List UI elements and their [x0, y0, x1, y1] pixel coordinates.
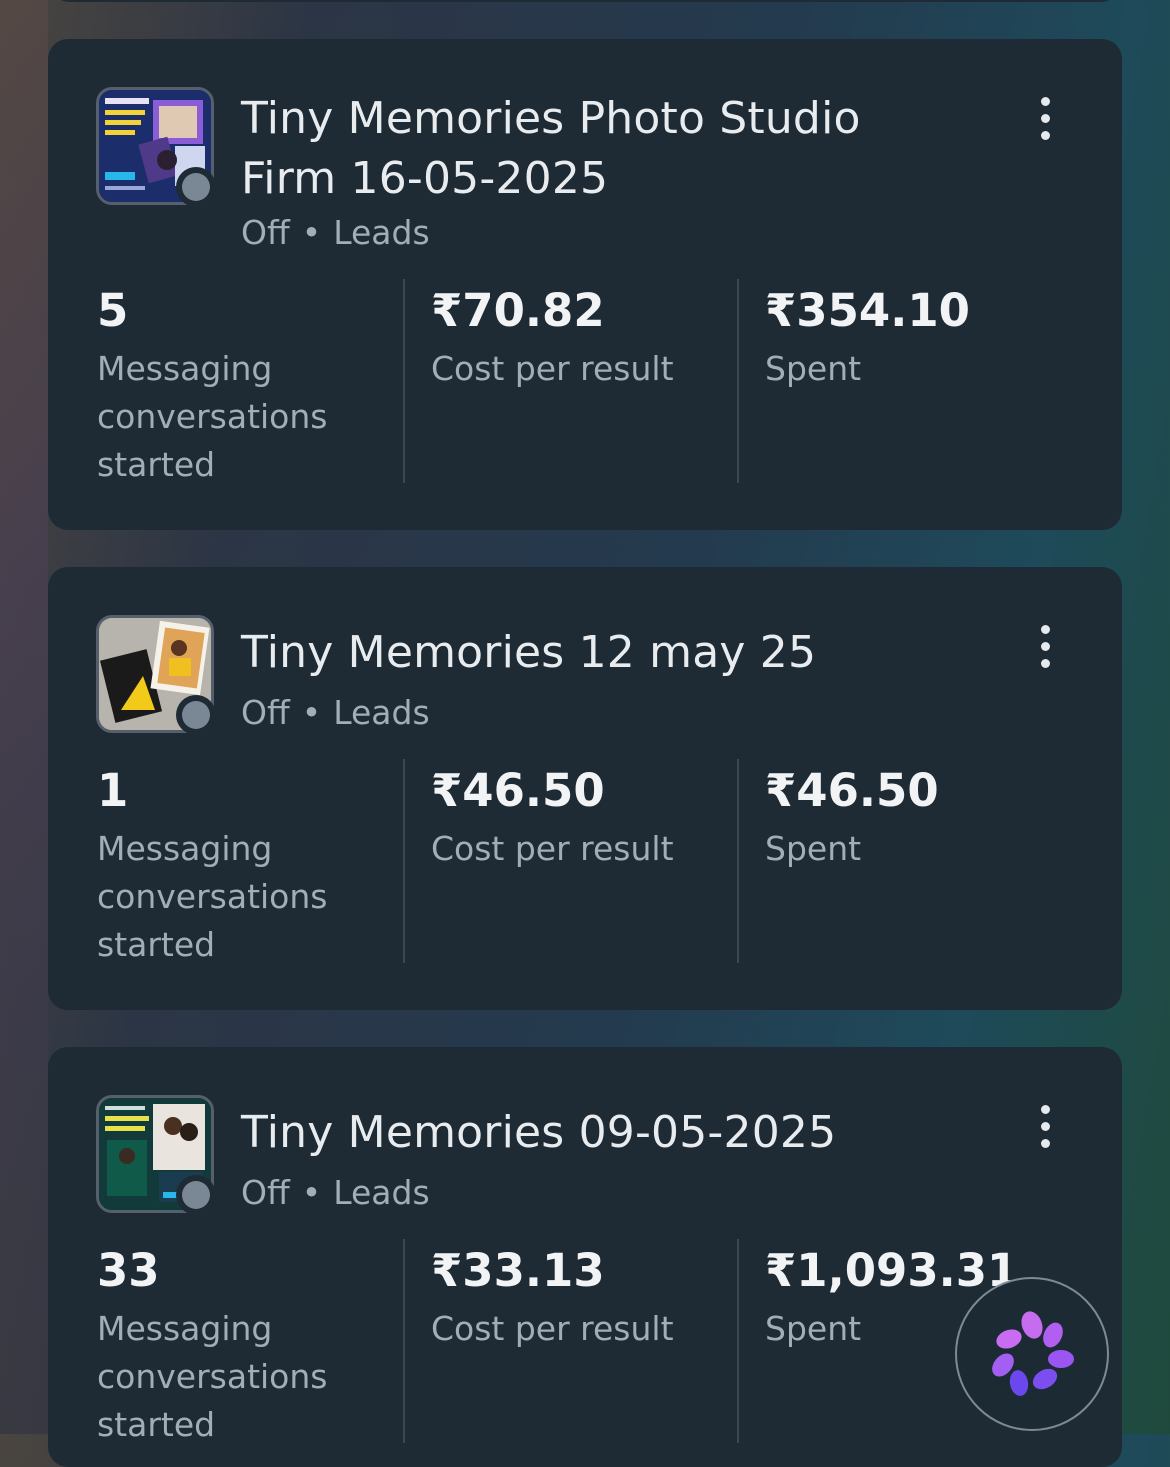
previous-campaign-card-edge: [48, 0, 1122, 2]
campaign-card[interactable]: Tiny Memories 12 may 25 Off • Leads 1 Mess…: [48, 567, 1122, 1010]
more-dot: [1041, 659, 1050, 668]
cost-per-result-label: Cost per result: [431, 349, 674, 388]
status-off-dot-icon: [176, 167, 216, 207]
more-dot: [1041, 642, 1050, 651]
cost-per-result-metric: ₹33.13 Cost per result: [431, 1243, 751, 1353]
ai-assistant-icon: [992, 1311, 1074, 1396]
spent-label: Spent: [765, 829, 862, 868]
separator-dot: •: [301, 1173, 322, 1212]
cost-per-result-label: Cost per result: [431, 1309, 674, 1348]
spent-label: Spent: [765, 349, 862, 388]
spent-metric: ₹354.10 Spent: [765, 283, 1085, 393]
results-value: 1: [97, 764, 129, 817]
campaign-title[interactable]: Tiny Memories Photo Studio Firm 16-05-20…: [241, 89, 961, 209]
metric-divider: [737, 1239, 739, 1443]
separator-dot: •: [301, 213, 322, 252]
results-metric: 33 Messaging conversations started: [97, 1243, 397, 1449]
results-label: Messaging conversations started: [97, 349, 328, 484]
spent-value: ₹46.50: [765, 764, 939, 817]
more-options-button[interactable]: [1030, 1105, 1060, 1149]
more-vertical-icon: [1041, 97, 1050, 106]
campaign-status-line: Off • Leads: [241, 1173, 430, 1213]
background: [0, 0, 48, 1434]
metric-divider: [737, 279, 739, 483]
more-dot: [1041, 1122, 1050, 1131]
cost-per-result-value: ₹46.50: [431, 764, 605, 817]
campaign-objective: Leads: [333, 213, 430, 252]
spent-value: ₹354.10: [765, 284, 970, 337]
separator-dot: •: [301, 693, 322, 732]
campaign-title[interactable]: Tiny Memories 12 may 25: [241, 623, 961, 683]
more-dot: [1041, 131, 1050, 140]
cost-per-result-value: ₹70.82: [431, 284, 605, 337]
more-options-button[interactable]: [1030, 97, 1060, 141]
status-off-dot-icon: [176, 695, 216, 735]
campaign-status-line: Off • Leads: [241, 213, 430, 253]
cost-per-result-metric: ₹46.50 Cost per result: [431, 763, 751, 873]
cost-per-result-metric: ₹70.82 Cost per result: [431, 283, 751, 393]
campaign-title[interactable]: Tiny Memories 09-05-2025: [241, 1103, 961, 1163]
results-value: 33: [97, 1244, 160, 1297]
results-label: Messaging conversations started: [97, 829, 328, 964]
campaign-status: Off: [241, 1173, 290, 1212]
metric-divider: [737, 759, 739, 963]
campaign-objective: Leads: [333, 1173, 430, 1212]
campaign-status: Off: [241, 693, 290, 732]
campaign-objective: Leads: [333, 693, 430, 732]
campaign-status: Off: [241, 213, 290, 252]
more-vertical-icon: [1041, 1105, 1050, 1114]
metric-divider: [403, 279, 405, 483]
results-value: 5: [97, 284, 129, 337]
results-metric: 1 Messaging conversations started: [97, 763, 397, 969]
more-dot: [1041, 1139, 1050, 1148]
cost-per-result-label: Cost per result: [431, 829, 674, 868]
cost-per-result-value: ₹33.13: [431, 1244, 605, 1297]
results-metric: 5 Messaging conversations started: [97, 283, 397, 489]
more-vertical-icon: [1041, 625, 1050, 634]
ai-assistant-button[interactable]: [955, 1277, 1109, 1431]
campaign-status-line: Off • Leads: [241, 693, 430, 733]
spent-metric: ₹46.50 Spent: [765, 763, 1085, 873]
status-off-dot-icon: [176, 1175, 216, 1215]
more-options-button[interactable]: [1030, 625, 1060, 669]
campaign-card[interactable]: Tiny Memories Photo Studio Firm 16-05-20…: [48, 39, 1122, 530]
results-label: Messaging conversations started: [97, 1309, 328, 1444]
metric-divider: [403, 1239, 405, 1443]
metric-divider: [403, 759, 405, 963]
more-dot: [1041, 114, 1050, 123]
